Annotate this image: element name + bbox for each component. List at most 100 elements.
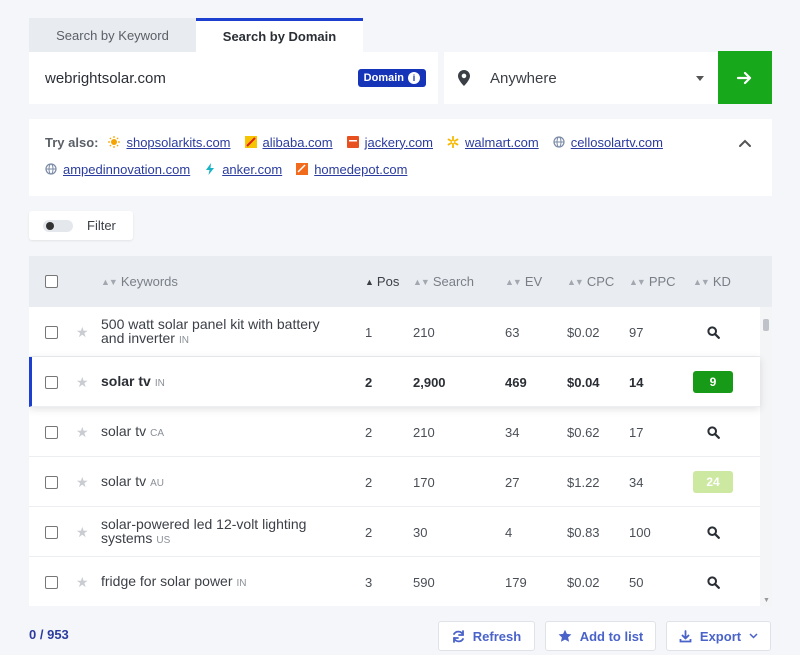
- kd-cell: 9: [693, 357, 733, 407]
- info-icon[interactable]: i: [408, 72, 420, 84]
- table-row[interactable]: ★ solar tv CA 2 210 34 $0.62 17: [29, 407, 760, 457]
- try-link-homedepot[interactable]: homedepot.com: [314, 162, 407, 177]
- add-to-list-button[interactable]: Add to list: [545, 621, 656, 651]
- refresh-label: Refresh: [472, 628, 522, 644]
- star-icon[interactable]: ★: [76, 474, 89, 491]
- sun-icon: [108, 136, 121, 148]
- try-link-shopsolarkits[interactable]: shopsolarkits.com: [126, 135, 230, 150]
- search-input-value[interactable]: webrightsolar.com: [45, 70, 358, 87]
- sort-icon: ▲▼: [629, 276, 646, 287]
- row-checkbox[interactable]: [45, 325, 58, 339]
- ppc-cell: 34: [629, 474, 644, 490]
- table-row[interactable]: ★ solar tv AU 2 170 27 $1.22 34 24: [29, 457, 760, 507]
- table-row[interactable]: ★ solar tv IN 2 2,900 469 $0.04 14 9: [29, 357, 760, 407]
- magnifier-icon[interactable]: [707, 525, 720, 539]
- magnifier-icon[interactable]: [707, 425, 720, 439]
- star-icon[interactable]: ★: [76, 324, 89, 341]
- try-link-anker[interactable]: anker.com: [222, 162, 282, 177]
- row-star-cell: ★: [76, 407, 89, 457]
- star-icon[interactable]: ★: [76, 574, 89, 591]
- kd-cell: [707, 307, 720, 357]
- keyword-cell: solar-powered led 12-volt lighting system…: [101, 507, 361, 557]
- table-scrollbar[interactable]: ▼: [760, 307, 772, 606]
- row-checkbox-cell: [45, 507, 58, 557]
- filter-toggle-button[interactable]: Filter: [29, 211, 133, 240]
- row-checkbox-cell: [45, 407, 58, 457]
- scrollbar-thumb[interactable]: [763, 319, 769, 331]
- try-also-line: ampedinnovation.com anker.com homedepot.…: [45, 160, 756, 178]
- table-row[interactable]: ★ 500 watt solar panel kit with battery a…: [29, 307, 760, 357]
- keywords-table: ▲▼ Keywords ▲ Pos ▲▼ Search ▲▼ EV ▲▼ CPC ▲▼ PP…: [29, 256, 772, 606]
- column-header-keywords[interactable]: ▲▼ Keywords: [101, 256, 178, 307]
- tab-search-by-keyword[interactable]: Search by Keyword: [29, 18, 196, 52]
- keyword-text[interactable]: fridge for solar power: [101, 573, 233, 589]
- star-icon[interactable]: ★: [76, 424, 89, 441]
- search-volume-cell: 210: [413, 324, 435, 340]
- select-all-cell: [45, 256, 58, 307]
- row-checkbox[interactable]: [45, 425, 58, 439]
- selection-count: 0 / 953: [29, 627, 69, 642]
- column-header-cpc[interactable]: ▲▼ CPC: [567, 256, 614, 307]
- keyword-text[interactable]: 500 watt solar panel kit with battery: [101, 317, 320, 331]
- keyword-text[interactable]: solar tv: [101, 373, 151, 389]
- keyword-text[interactable]: solar tv: [101, 473, 146, 489]
- try-also-line: Try also: shopsolarkits.com alibaba.com …: [45, 133, 756, 151]
- domain-badge-label: Domain: [363, 72, 404, 84]
- try-link-walmart[interactable]: walmart.com: [465, 135, 539, 150]
- row-checkbox[interactable]: [45, 525, 58, 539]
- row-star-cell: ★: [76, 507, 89, 557]
- try-also-panel: Try also: shopsolarkits.com alibaba.com …: [29, 119, 772, 196]
- location-pin-icon: [458, 70, 476, 86]
- star-icon[interactable]: ★: [76, 374, 89, 391]
- country-code: US: [156, 534, 171, 546]
- download-icon: [679, 629, 692, 642]
- try-link-alibaba[interactable]: alibaba.com: [263, 135, 333, 150]
- row-checkbox-cell: [45, 357, 58, 407]
- table-row[interactable]: ★ fridge for solar power IN 3 590 179 $0.…: [29, 557, 760, 606]
- column-header-search[interactable]: ▲▼ Search: [413, 256, 474, 307]
- chevron-down-icon: [696, 75, 704, 81]
- row-checkbox-cell: [45, 307, 58, 357]
- refresh-button[interactable]: Refresh: [438, 621, 535, 651]
- row-checkbox[interactable]: [45, 575, 58, 589]
- try-link-jackery[interactable]: jackery.com: [365, 135, 433, 150]
- row-checkbox[interactable]: [45, 475, 58, 489]
- keyword-text[interactable]: solar tv: [101, 423, 146, 439]
- search-submit-button[interactable]: [718, 51, 772, 104]
- scroll-down-arrow-icon[interactable]: ▼: [763, 597, 770, 604]
- ppc-cell: 100: [629, 524, 651, 540]
- table-row[interactable]: ★ solar-powered led 12-volt lighting syst…: [29, 507, 760, 557]
- column-header-ppc[interactable]: ▲▼ PPC: [629, 256, 676, 307]
- column-header-kd[interactable]: ▲▼ KD: [693, 256, 731, 307]
- tab-search-by-domain[interactable]: Search by Domain: [196, 18, 363, 52]
- try-link-cellosolartv[interactable]: cellosolartv.com: [571, 135, 663, 150]
- magnifier-icon[interactable]: [707, 575, 720, 589]
- globe-icon: [45, 163, 57, 175]
- column-header-ev[interactable]: ▲▼ EV: [505, 256, 542, 307]
- sort-icon: ▲▼: [413, 276, 430, 287]
- keyword-text[interactable]: solar-powered led 12-volt lighting: [101, 517, 306, 531]
- location-select[interactable]: Anywhere: [444, 52, 718, 104]
- keyword-text[interactable]: systems: [101, 530, 152, 546]
- add-to-list-label: Add to list: [579, 628, 644, 644]
- export-button[interactable]: Export: [666, 621, 771, 651]
- sort-icon: ▲▼: [567, 276, 584, 287]
- cpc-cell: $0.62: [567, 424, 600, 440]
- filter-toggle-switch[interactable]: [43, 219, 73, 232]
- column-header-pos[interactable]: ▲ Pos: [365, 256, 399, 307]
- keyword-text[interactable]: and inverter: [101, 330, 175, 346]
- row-checkbox[interactable]: [45, 375, 58, 389]
- search-volume-cell: 30: [413, 524, 428, 540]
- chevron-down-icon: [749, 633, 758, 639]
- try-link-ampedinnovation[interactable]: ampedinnovation.com: [63, 162, 190, 177]
- domain-search-input[interactable]: webrightsolar.com Domain i: [29, 52, 438, 104]
- pos-cell: 2: [365, 424, 373, 440]
- sort-asc-icon: ▲: [365, 276, 374, 287]
- row-star-cell: ★: [76, 307, 89, 357]
- magnifier-icon[interactable]: [707, 325, 720, 339]
- chevron-up-icon[interactable]: [738, 138, 752, 148]
- star-icon[interactable]: ★: [76, 524, 89, 541]
- kd-cell: 24: [693, 457, 733, 507]
- cpc-cell: $0.83: [567, 524, 600, 540]
- select-all-checkbox[interactable]: [45, 275, 58, 288]
